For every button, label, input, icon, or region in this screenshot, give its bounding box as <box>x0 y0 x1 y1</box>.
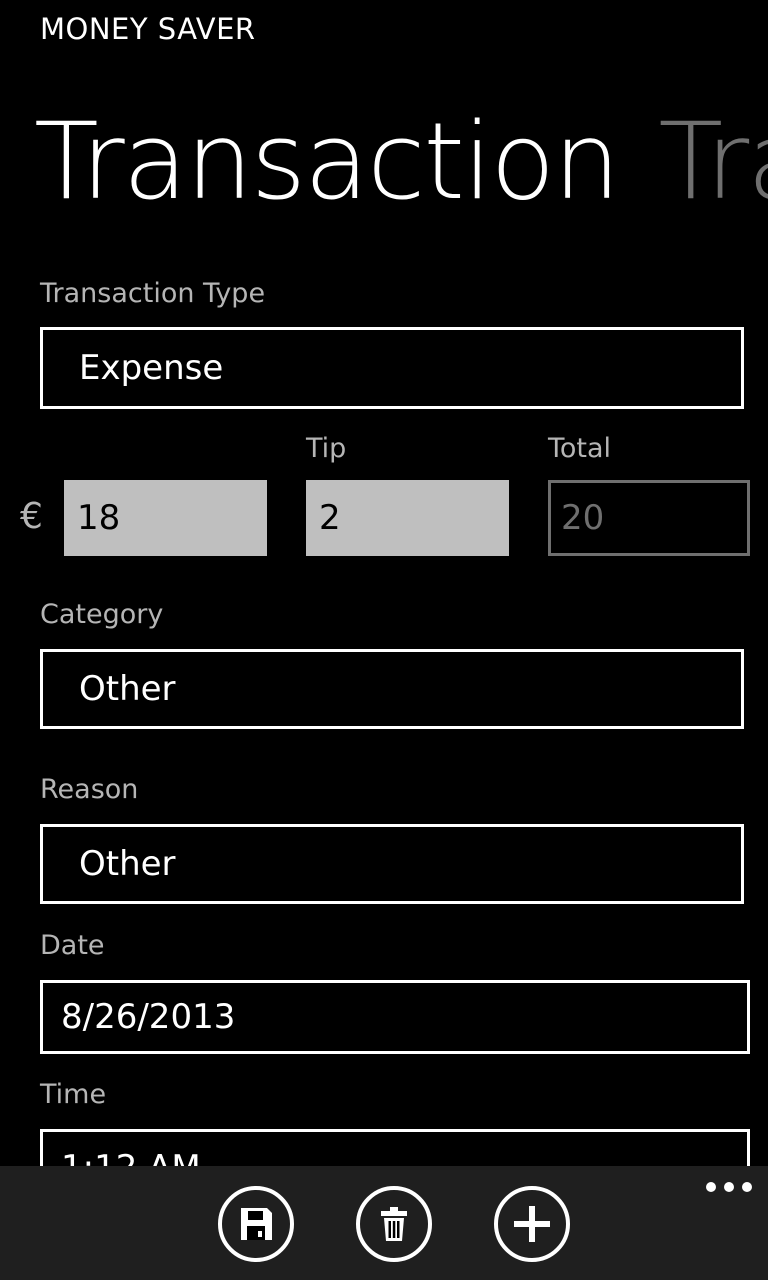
reason-value: Other <box>79 844 176 884</box>
currency-symbol: € <box>20 496 43 537</box>
ellipsis-icon[interactable] <box>706 1172 752 1202</box>
date-value: 8/26/2013 <box>61 997 236 1037</box>
delete-button[interactable] <box>356 1186 432 1262</box>
tip-value: 2 <box>319 498 341 538</box>
total-label: Total <box>548 433 612 464</box>
pivot-header: Transaction Tra <box>34 100 768 223</box>
add-button[interactable] <box>494 1186 570 1262</box>
category-label: Category <box>40 599 164 630</box>
category-picker[interactable]: Other <box>40 649 744 729</box>
amount-value: 18 <box>77 498 121 538</box>
reason-picker[interactable]: Other <box>40 824 744 904</box>
delete-icon <box>381 1207 407 1241</box>
screen: MONEY SAVER Transaction Tra Transaction T… <box>0 0 768 1280</box>
app-bar <box>0 1166 768 1280</box>
date-picker[interactable]: 8/26/2013 <box>40 980 750 1054</box>
category-value: Other <box>79 669 176 709</box>
pivot-item-next[interactable]: Tra <box>658 100 768 223</box>
transaction-type-picker[interactable]: Expense <box>40 327 744 409</box>
pivot-item-transaction[interactable]: Transaction <box>34 100 620 223</box>
tip-label: Tip <box>306 433 347 464</box>
save-icon <box>241 1208 272 1240</box>
date-label: Date <box>40 930 105 961</box>
transaction-type-label: Transaction Type <box>40 278 266 309</box>
app-title: MONEY SAVER <box>40 12 256 46</box>
reason-label: Reason <box>40 774 139 805</box>
add-icon <box>514 1206 550 1242</box>
time-label: Time <box>40 1079 107 1110</box>
amount-input[interactable]: 18 <box>64 480 267 556</box>
save-button[interactable] <box>218 1186 294 1262</box>
total-value: 20 <box>561 498 605 538</box>
total-field: 20 <box>548 480 750 556</box>
transaction-type-value: Expense <box>79 348 224 388</box>
tip-input[interactable]: 2 <box>306 480 509 556</box>
